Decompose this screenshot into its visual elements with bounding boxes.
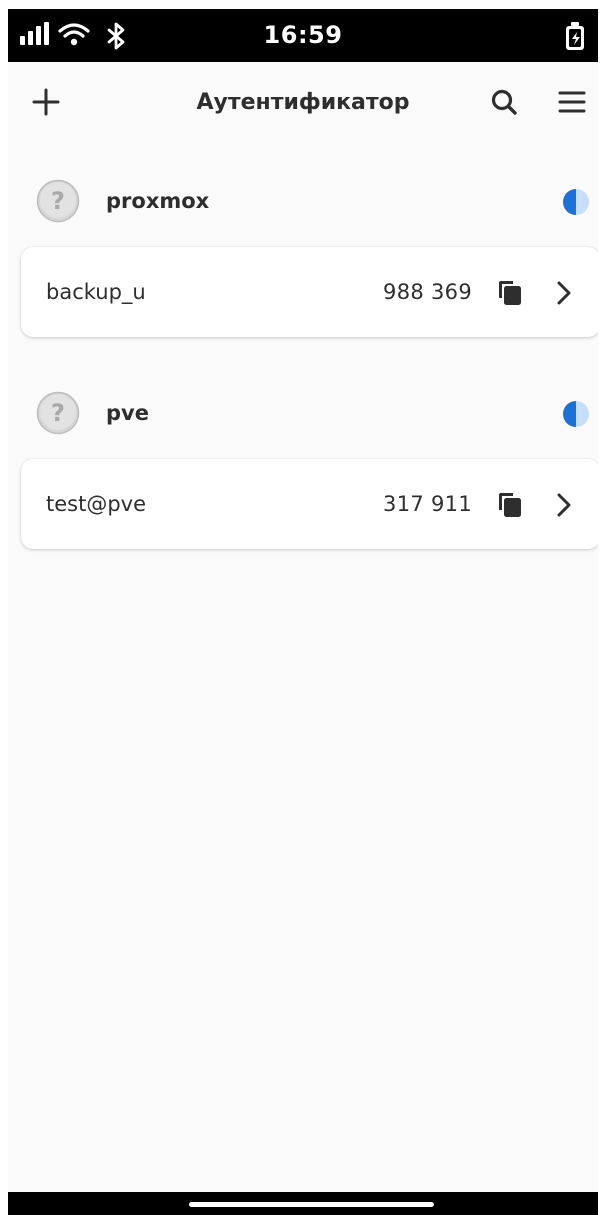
group-name: pve	[106, 401, 149, 425]
svg-text:?: ?	[51, 187, 65, 215]
open-details-button[interactable]	[551, 490, 577, 520]
group-name: proxmox	[106, 189, 210, 213]
group-header-pve: ? pve	[8, 389, 598, 439]
account-name: backup_u	[46, 280, 146, 304]
app-screen: 16:59 Аутентификатор ? proxmox backup_u …	[8, 9, 598, 1215]
timer-icon	[562, 188, 590, 216]
svg-text:?: ?	[51, 399, 65, 427]
open-details-button[interactable]	[551, 278, 577, 308]
timer-icon	[562, 400, 590, 428]
search-button[interactable]	[488, 86, 520, 118]
battery-charging-icon	[564, 22, 586, 56]
status-time: 16:59	[263, 21, 343, 49]
chevron-right-icon	[557, 493, 571, 517]
chevron-right-icon	[557, 281, 571, 305]
otp-code[interactable]: 988 369	[383, 280, 472, 304]
copy-button[interactable]	[495, 490, 525, 520]
home-indicator[interactable]	[189, 1202, 434, 1207]
hamburger-menu-icon	[558, 91, 586, 113]
search-icon	[491, 89, 517, 115]
otp-code[interactable]: 317 911	[383, 492, 472, 516]
question-mark-icon: ?	[36, 391, 80, 435]
status-bar: 16:59	[8, 9, 598, 62]
account-name: test@pve	[46, 492, 147, 516]
group-header-proxmox: ? proxmox	[8, 177, 598, 227]
menu-button[interactable]	[556, 86, 588, 118]
account-card-backup_u[interactable]: backup_u 988 369	[21, 247, 598, 337]
bottom-navigation-bar	[8, 1192, 598, 1215]
copy-button[interactable]	[495, 278, 525, 308]
header-bar: Аутентификатор	[8, 62, 598, 144]
question-mark-icon: ?	[36, 179, 80, 223]
account-card-test-pve[interactable]: test@pve 317 911	[21, 459, 598, 549]
copy-icon	[499, 493, 521, 517]
copy-icon	[499, 281, 521, 305]
